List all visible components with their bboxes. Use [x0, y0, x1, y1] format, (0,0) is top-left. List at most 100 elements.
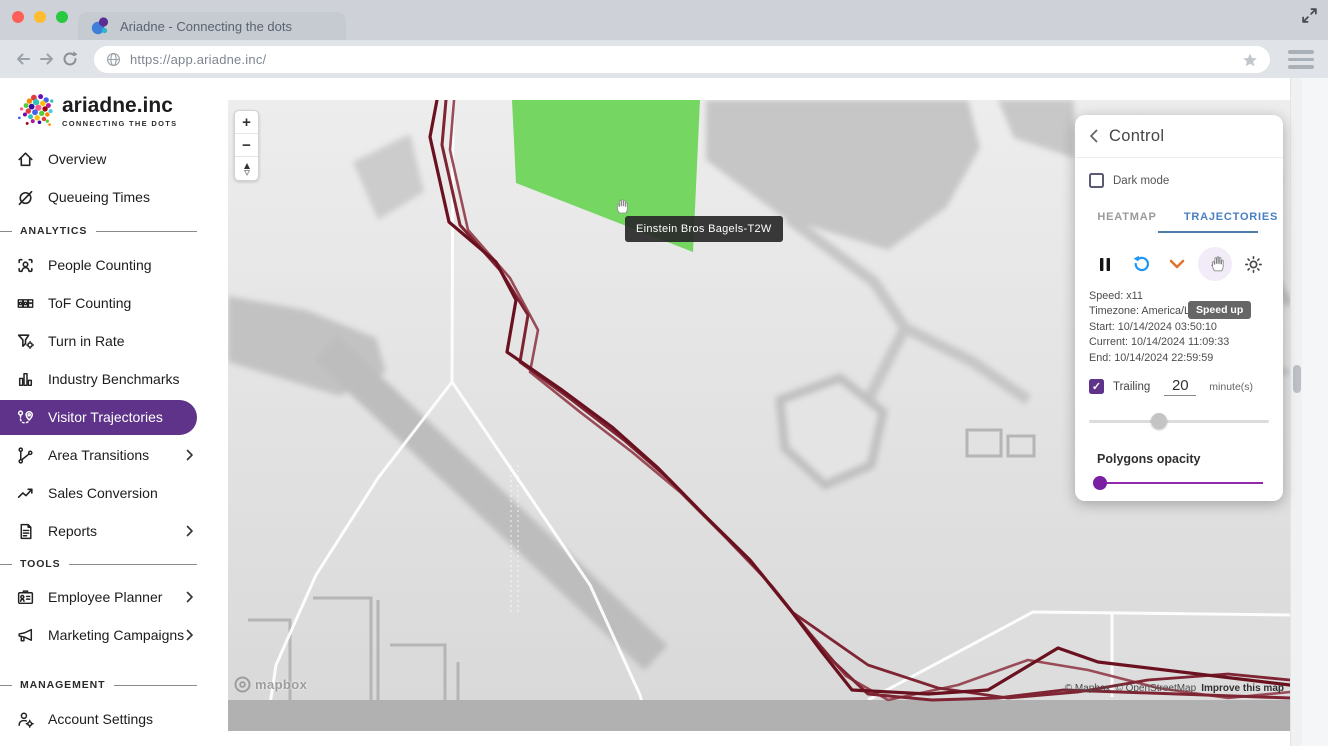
sidebar: ariadne.inc CONNECTING THE DOTS Overview… [0, 78, 228, 746]
sidebar-item-marketing-campaigns[interactable]: Marketing Campaigns [0, 616, 228, 654]
gear-icon [1244, 255, 1263, 274]
sidebar-item-reports[interactable]: Reports [0, 512, 228, 550]
polygons-opacity-slider[interactable] [1097, 476, 1263, 490]
browser-menu-icon[interactable] [1288, 50, 1314, 73]
sidebar-item-visitor-trajectories[interactable]: Visitor Trajectories [0, 400, 197, 435]
trailing-slider-track[interactable] [1089, 420, 1269, 424]
chevron-down-icon [1169, 259, 1185, 269]
queue-timer-icon [16, 188, 35, 207]
sidebar-item-label: People Counting [48, 257, 152, 273]
logo-name: ariadne.inc [62, 95, 178, 116]
section-management: MANAGEMENT [0, 670, 228, 700]
compass-button[interactable] [235, 157, 258, 180]
logo-tagline: CONNECTING THE DOTS [62, 119, 178, 128]
funnel-gear-icon [16, 332, 35, 351]
attribution-osm-link[interactable]: © OpenStreetMap [1115, 683, 1196, 694]
polygons-opacity-track[interactable] [1097, 482, 1263, 484]
sidebar-nav: Overview Queueing Times ANALYTICS People… [0, 140, 228, 738]
attribution-improve-link[interactable]: Improve this map [1201, 683, 1284, 694]
trailing-slider[interactable] [1089, 413, 1269, 429]
start-value: Start: 10/14/2024 03:50:10 [1089, 320, 1269, 335]
end-value: End: 10/14/2024 22:59:59 [1089, 351, 1269, 366]
transitions-branch-icon [16, 446, 35, 465]
minimize-window-button[interactable] [34, 11, 46, 23]
settings-button[interactable] [1238, 249, 1268, 279]
scrollbar-thumb[interactable] [1293, 365, 1301, 393]
sidebar-item-area-transitions[interactable]: Area Transitions [0, 436, 228, 474]
chevron-right-icon [186, 629, 194, 641]
sidebar-item-tof-counting[interactable]: ToF Counting [0, 284, 228, 322]
sidebar-item-turn-in-rate[interactable]: Turn in Rate [0, 322, 228, 360]
hand-cursor-icon [1209, 254, 1227, 272]
dark-mode-label: Dark mode [1113, 175, 1169, 187]
sidebar-item-sales-conversion[interactable]: Sales Conversion [0, 474, 228, 512]
attribution-mapbox-link[interactable]: © Mapbox [1065, 683, 1111, 694]
trailing-row: ✓ Trailing 20 minute(s) [1089, 377, 1269, 396]
speed-up-tooltip: Speed up [1188, 301, 1251, 319]
replay-button[interactable] [1126, 249, 1156, 279]
back-icon[interactable] [14, 50, 32, 68]
sidebar-item-label: Reports [48, 523, 97, 539]
refresh-icon[interactable] [61, 50, 79, 68]
browser-titlebar: Ariadne - Connecting the dots [0, 0, 1328, 40]
logo-dots-icon [16, 91, 54, 129]
expand-controls-button[interactable] [1162, 249, 1192, 279]
hand-cursor-icon [614, 197, 631, 214]
polygons-opacity-thumb[interactable] [1093, 476, 1107, 490]
tab-trajectories[interactable]: TRAJECTORIES [1179, 201, 1283, 233]
pause-button[interactable] [1090, 249, 1120, 279]
trailing-minutes-input[interactable]: 20 [1164, 377, 1196, 396]
bookmark-star-icon[interactable] [1242, 52, 1258, 68]
collapse-panel-icon[interactable] [1089, 129, 1098, 143]
megaphone-icon [16, 626, 35, 645]
account-gear-icon [16, 710, 35, 729]
control-panel-header: Control [1075, 115, 1283, 158]
dark-mode-checkbox[interactable] [1089, 173, 1104, 188]
sidebar-item-people-counting[interactable]: People Counting [0, 246, 228, 284]
pause-icon [1098, 257, 1112, 272]
sidebar-item-label: Account Settings [48, 711, 153, 727]
address-bar[interactable]: https://app.ariadne.inc/ [94, 46, 1270, 73]
speed-up-button[interactable] [1198, 247, 1232, 281]
tab-heatmap[interactable]: HEATMAP [1075, 201, 1179, 233]
chevron-right-icon [186, 449, 194, 461]
playback-controls [1075, 246, 1283, 282]
zoom-in-button[interactable]: + [235, 111, 258, 134]
sidebar-item-label: Overview [48, 151, 106, 167]
trailing-unit-label: minute(s) [1209, 381, 1253, 393]
close-window-button[interactable] [12, 11, 24, 23]
trend-icon [16, 484, 35, 503]
map-bottom-band [228, 700, 1290, 731]
trailing-checkbox[interactable]: ✓ [1089, 379, 1104, 394]
fullscreen-icon[interactable] [1301, 7, 1318, 24]
page-scrollbar[interactable] [1290, 78, 1302, 746]
sidebar-item-label: Marketing Campaigns [48, 627, 184, 643]
chevron-right-icon [186, 591, 194, 603]
sidebar-item-account-settings[interactable]: Account Settings [0, 700, 228, 738]
sidebar-item-industry-benchmarks[interactable]: Industry Benchmarks [0, 360, 228, 398]
id-card-icon [16, 588, 35, 607]
tab-title: Ariadne - Connecting the dots [120, 19, 292, 34]
zoom-window-button[interactable] [56, 11, 68, 23]
home-icon [16, 150, 35, 169]
playback-info: Speed: x11 Timezone: America/L Start: 10… [1075, 289, 1283, 366]
panel-title: Control [1109, 127, 1164, 146]
map-zoom-control: + − [234, 110, 259, 181]
browser-tab[interactable]: Ariadne - Connecting the dots [78, 12, 346, 40]
sidebar-item-overview[interactable]: Overview [0, 140, 228, 178]
tof-counter-icon [16, 294, 35, 313]
sidebar-item-employee-planner[interactable]: Employee Planner [0, 578, 228, 616]
active-tab-underline [1158, 231, 1258, 234]
people-counting-icon [16, 256, 35, 275]
section-analytics: ANALYTICS [0, 216, 228, 246]
zoom-out-button[interactable]: − [235, 134, 258, 157]
sidebar-item-queueing-times[interactable]: Queueing Times [0, 178, 228, 216]
favicon [90, 16, 110, 36]
forward-icon[interactable] [38, 50, 56, 68]
section-tools: TOOLS [0, 550, 228, 578]
mapbox-logo[interactable]: mapbox [234, 676, 307, 693]
sidebar-item-label: Employee Planner [48, 589, 162, 605]
control-panel: Control Dark mode HEATMAP TRAJECTORIES [1075, 115, 1283, 501]
trailing-slider-thumb[interactable] [1151, 413, 1167, 429]
url-text[interactable]: https://app.ariadne.inc/ [130, 52, 1233, 67]
